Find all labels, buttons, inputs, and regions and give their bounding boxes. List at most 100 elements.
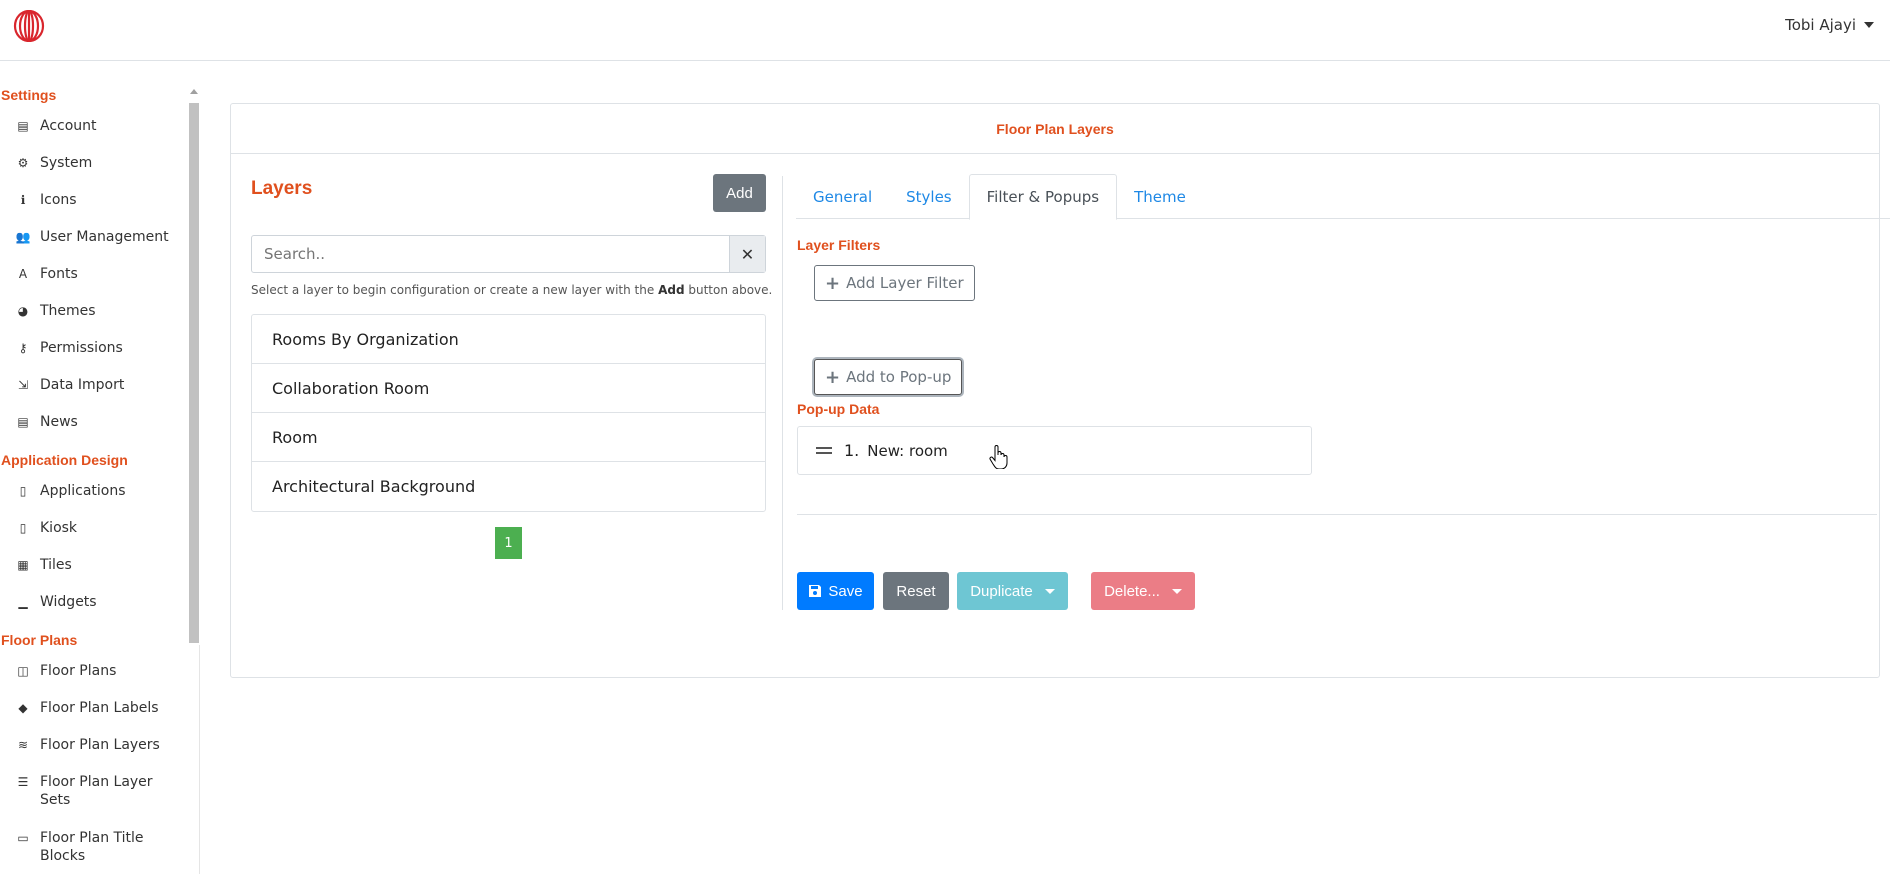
sidebar-item-permissions[interactable]: ⚷ Permissions (0, 339, 199, 376)
sidebar-item-floor-plan-labels[interactable]: ◆ Floor Plan Labels (0, 699, 199, 736)
company-logo[interactable] (13, 10, 45, 42)
layers-heading: Layers (251, 178, 313, 199)
add-layer-filter-label: Add Layer Filter (846, 274, 964, 292)
top-navbar: Tobi Ajayi (0, 0, 1890, 61)
delete-dropdown-button[interactable]: Delete... (1091, 572, 1195, 610)
layer-list: Rooms By Organization Collaboration Room… (251, 314, 766, 512)
sidebar-item-floor-plans[interactable]: ◫ Floor Plans (0, 662, 199, 699)
list-item[interactable]: Rooms By Organization (252, 315, 765, 364)
sidebar-item-tiles[interactable]: ▦ Tiles (0, 556, 199, 593)
newspaper-icon: ▤ (17, 415, 29, 429)
sidebar-item-news[interactable]: ▤ News (0, 413, 199, 450)
sidebar-item-label: Floor Plan Labels (40, 700, 159, 716)
floor-plan-layers-card: Floor Plan Layers Layers Add ✕ Select a … (230, 103, 1890, 678)
gear-icon: ⚙ (17, 156, 29, 170)
delete-label: Delete... (1104, 582, 1160, 600)
sidebar-section-title: Settings (1, 87, 57, 103)
save-label: Save (828, 582, 863, 600)
list-check-icon: ☰ (17, 775, 29, 789)
sidebar-item-label: System (40, 155, 93, 171)
palette-icon: ◕ (17, 304, 29, 318)
chart-icon: ▁ (18, 595, 28, 609)
print-icon: ▭ (17, 831, 29, 845)
tags-icon: ◆ (18, 701, 28, 715)
layer-search: ✕ (251, 235, 766, 273)
sidebar-item-icons[interactable]: ℹ Icons (0, 191, 199, 228)
sidebar-item-system[interactable]: ⚙ System (0, 154, 199, 191)
sidebar-item-kiosk[interactable]: ▯ Kiosk (0, 519, 199, 556)
sidebar-item-applications[interactable]: ▯ Applications (0, 482, 199, 519)
hand-cursor-icon (989, 445, 1008, 469)
tablet-icon: ▯ (19, 521, 27, 535)
sidebar-item-floor-plan-layers[interactable]: ≋ Floor Plan Layers (0, 736, 199, 773)
list-item[interactable]: Collaboration Room (252, 364, 765, 413)
clear-search-button[interactable]: ✕ (729, 236, 765, 272)
close-icon: ✕ (740, 244, 755, 264)
font-icon: A (18, 267, 28, 281)
sidebar-item-label: Fonts (40, 266, 78, 282)
sidebar-item-user-management[interactable]: 👥 User Management (0, 228, 199, 265)
table-icon: ▤ (17, 119, 29, 133)
sidebar-item-label: Kiosk (40, 520, 78, 536)
tab-filter-popups[interactable]: Filter & Popups (968, 174, 1118, 220)
sidebar-item-data-import[interactable]: ⇲ Data Import (0, 376, 199, 413)
divider (797, 514, 1877, 515)
sidebar: Settings ▤ Account ⚙ System ℹ Icons 👥 User Manag… (0, 85, 200, 874)
tablet-icon: ▯ (19, 484, 27, 498)
plus-icon: + (825, 272, 841, 294)
drag-handle-icon[interactable] (816, 447, 832, 454)
sidebar-item-account[interactable]: ▤ Account (0, 117, 199, 154)
tab-styles[interactable]: Styles (889, 174, 969, 219)
popup-data-item[interactable]: 1. New: room (797, 426, 1312, 475)
duplicate-dropdown-button[interactable]: Duplicate (957, 572, 1068, 610)
sidebar-item-label: Floor Plan Layer Sets (40, 774, 153, 808)
list-item[interactable]: Architectural Background (252, 462, 765, 511)
sidebar-scrollbar[interactable] (188, 85, 200, 645)
users-icon: 👥 (15, 230, 31, 244)
user-name: Tobi Ajayi (1785, 16, 1856, 34)
tab-general[interactable]: General (796, 174, 889, 219)
floppy-disk-icon (809, 585, 822, 597)
search-input[interactable] (252, 236, 729, 272)
import-icon: ⇲ (17, 378, 29, 392)
layer-filters-heading: Layer Filters (797, 237, 881, 253)
sidebar-item-floor-plan-title-blocks[interactable]: ▭ Floor Plan Title Blocks (0, 829, 199, 874)
add-to-popup-button[interactable]: + Add to Pop-up (814, 359, 963, 395)
save-button[interactable]: Save (797, 572, 874, 610)
sidebar-item-label: Themes (40, 303, 96, 319)
sidebar-item-label: Data Import (40, 377, 125, 393)
grid-icon: ▦ (17, 558, 29, 572)
sidebar-item-floor-plan-layer-sets[interactable]: ☰ Floor Plan Layer Sets (0, 773, 199, 829)
list-item[interactable]: Room (252, 413, 765, 462)
layer-tabs: General Styles Filter & Popups Theme (796, 174, 1890, 220)
chevron-down-icon (1864, 22, 1874, 28)
key-icon: ⚷ (18, 341, 28, 355)
plus-icon: + (825, 366, 841, 388)
help-text-suffix: button above. (684, 283, 773, 297)
sidebar-item-label: Tiles (40, 557, 72, 573)
scroll-up-icon[interactable] (190, 89, 198, 94)
scrollbar-thumb[interactable] (189, 103, 199, 643)
tab-theme[interactable]: Theme (1117, 174, 1203, 219)
add-layer-filter-button[interactable]: + Add Layer Filter (814, 265, 975, 301)
add-layer-button[interactable]: Add (713, 174, 766, 212)
sidebar-item-label: Floor Plans (40, 663, 117, 679)
sidebar-item-label: Account (40, 118, 97, 134)
sidebar-item-label: Applications (40, 483, 126, 499)
sidebar-item-label: Permissions (40, 340, 123, 356)
help-text-bold: Add (658, 283, 685, 297)
info-icon: ℹ (20, 193, 26, 207)
popup-item-text: New: room (867, 441, 948, 460)
sidebar-item-label: Icons (40, 192, 77, 208)
sidebar-item-fonts[interactable]: A Fonts (0, 265, 199, 302)
help-text: Select a layer to begin configuration or… (251, 283, 772, 297)
reset-button[interactable]: Reset (883, 572, 949, 610)
sidebar-item-widgets[interactable]: ▁ Widgets (0, 593, 199, 630)
duplicate-label: Duplicate (970, 582, 1033, 600)
sidebar-item-themes[interactable]: ◕ Themes (0, 302, 199, 339)
pagination-page-1[interactable]: 1 (495, 527, 522, 559)
map-icon: ◫ (17, 664, 29, 678)
sidebar-section-title: Application Design (1, 452, 128, 468)
user-menu[interactable]: Tobi Ajayi (1785, 16, 1874, 34)
popup-data-heading: Pop-up Data (797, 401, 880, 417)
